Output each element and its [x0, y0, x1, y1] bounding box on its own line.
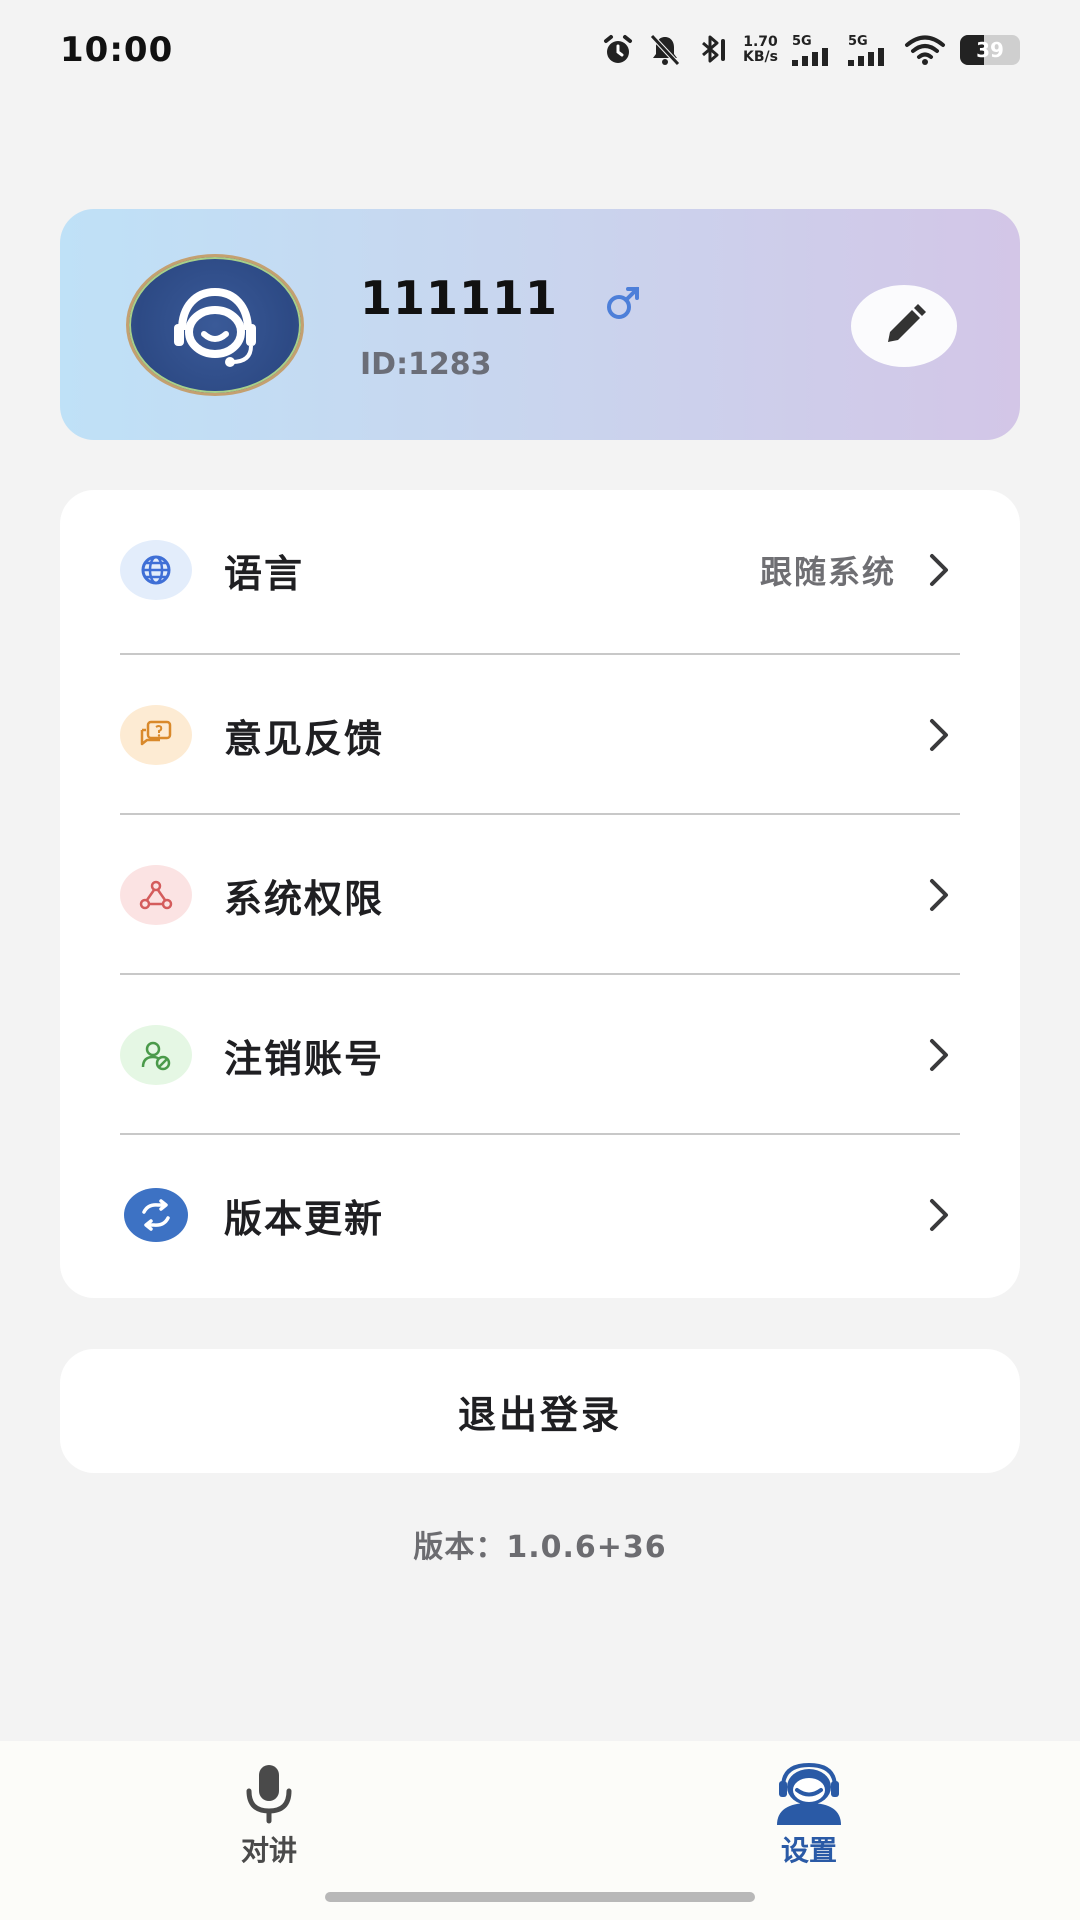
settings-item-label: 语言 [224, 551, 305, 596]
settings-item-cancel-account[interactable]: 注销账号 [120, 975, 960, 1135]
male-icon [607, 287, 639, 319]
settings-list: 语言 跟随系统 意见反馈 系统权限 注销账号 版本更新 [60, 490, 1020, 1298]
account-cancel-icon-badge [120, 1025, 192, 1085]
settings-item-label: 版本更新 [224, 1196, 385, 1241]
signal-1: 5G [792, 35, 834, 66]
alarm-icon [604, 35, 633, 63]
battery-level: 39 [976, 38, 1004, 62]
tab-label: 对讲 [240, 1834, 297, 1867]
chevron-right-icon [930, 719, 948, 751]
permission-icon-badge [120, 865, 192, 925]
signal-2-label: 5G [848, 33, 868, 49]
tab-label: 设置 [780, 1834, 837, 1867]
battery-icon: 39 [960, 35, 1020, 65]
status-time: 10:00 [60, 30, 174, 70]
settings-item-feedback[interactable]: 意见反馈 [120, 655, 960, 815]
customer-service-icon [174, 287, 256, 367]
tab-settings[interactable]: 设置 [709, 1763, 909, 1873]
account-cancel-icon [141, 1041, 171, 1071]
wifi-icon [905, 35, 945, 65]
status-bar: 10:00 1.70 KB/s 5G 5G 39 [0, 0, 1080, 100]
settings-item-label: 意见反馈 [224, 716, 385, 761]
settings-item-label: 系统权限 [224, 876, 385, 921]
feedback-icon-badge [120, 705, 192, 765]
update-icon-badge [124, 1188, 188, 1242]
permission-icon [139, 880, 173, 910]
net-speed-unit: KB/s [743, 49, 778, 65]
mute-icon [650, 34, 680, 66]
edit-profile-button[interactable] [851, 285, 957, 367]
logout-button[interactable]: 退出登录 [60, 1349, 1020, 1473]
user-id: ID:1283 [360, 347, 492, 382]
signal-1-label: 5G [792, 33, 812, 49]
profile-card[interactable]: 111111 ID:1283 [60, 209, 1020, 440]
globe-icon-badge [120, 540, 192, 600]
net-speed-value: 1.70 [743, 34, 778, 50]
app-version: 版本：1.0.6+36 [413, 1530, 667, 1565]
globe-icon [141, 555, 171, 585]
settings-item-value: 跟随系统 [759, 553, 896, 591]
user-name: 111111 [360, 271, 559, 325]
status-icons: 1.70 KB/s 5G 5G 39 [601, 33, 1020, 67]
chevron-right-icon [930, 1199, 948, 1231]
tab-intercom[interactable]: 对讲 [169, 1763, 369, 1873]
bluetooth-icon [702, 35, 726, 63]
headset-person-icon [777, 1763, 841, 1825]
signal-2: 5G [848, 35, 890, 66]
signal-icon [792, 47, 828, 66]
microphone-icon [246, 1765, 292, 1824]
chevron-right-icon [930, 554, 948, 586]
feedback-icon [140, 720, 172, 746]
pencil-icon [888, 304, 926, 342]
settings-item-language[interactable]: 语言 跟随系统 [120, 490, 960, 650]
settings-item-permissions[interactable]: 系统权限 [120, 815, 960, 975]
chevron-right-icon [930, 879, 948, 911]
settings-item-label: 注销账号 [224, 1036, 385, 1081]
network-speed: 1.70 KB/s [743, 35, 778, 65]
signal-icon [848, 47, 884, 66]
update-icon [142, 1199, 170, 1231]
settings-item-version-update[interactable]: 版本更新 [120, 1135, 960, 1295]
chevron-right-icon [930, 1039, 948, 1071]
home-indicator[interactable] [325, 1892, 755, 1902]
avatar[interactable] [126, 254, 304, 396]
